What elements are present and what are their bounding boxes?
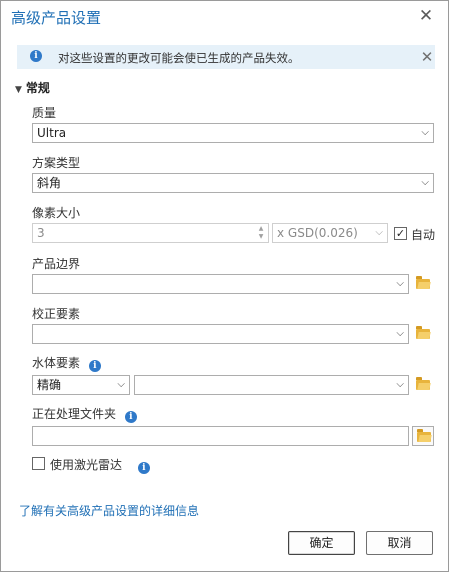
pixel-size-input[interactable]: 3 ▲ ▼	[32, 223, 269, 243]
section-label: 常规	[25, 81, 50, 95]
scheme-type-value: 斜角	[37, 176, 62, 190]
pixel-size-unit-dropdown[interactable]: x GSD(0.026) ⌵	[272, 223, 388, 243]
pixel-size-label: 像素大小	[32, 206, 81, 220]
processing-folder-input[interactable]	[32, 426, 409, 446]
processing-folder-label: 正在处理文件夹 i	[32, 405, 137, 423]
chevron-down-icon: ⌵	[117, 379, 125, 390]
info-message-bar: i 对这些设置的更改可能会使已生成的产品失效。 ✕	[17, 45, 435, 69]
info-icon[interactable]: i	[137, 462, 150, 474]
scheme-type-dropdown[interactable]: 斜角 ⌵	[32, 173, 434, 193]
chevron-down-icon: ⌵	[396, 328, 404, 339]
spinner-arrows-icon[interactable]: ▲ ▼	[256, 225, 266, 241]
pixel-size-value: 3	[37, 226, 45, 240]
scheme-type-label: 方案类型	[32, 156, 81, 170]
advanced-product-settings-dialog: 高级产品设置 ✕ i 对这些设置的更改可能会使已生成的产品失效。 ✕ ▼ 常规 质…	[0, 0, 449, 572]
browse-correction-features-button[interactable]	[412, 324, 434, 344]
chevron-down-icon: ▼	[15, 85, 22, 95]
quality-value: Ultra	[37, 126, 67, 140]
quality-label: 质量	[32, 106, 57, 120]
folder-icon	[416, 377, 430, 390]
chevron-down-icon: ⌵	[375, 227, 383, 238]
auto-checkbox[interactable]: ✓	[394, 227, 407, 240]
use-lidar-label-text: 使用激光雷达	[50, 458, 123, 472]
close-icon[interactable]: ✕	[416, 6, 436, 26]
product-boundary-label: 产品边界	[32, 257, 81, 271]
water-features-layer-dropdown[interactable]: ⌵	[134, 375, 409, 395]
auto-label: 自动	[411, 228, 436, 242]
learn-more-link[interactable]: 了解有关高级产品设置的详细信息	[19, 502, 199, 519]
quality-dropdown[interactable]: Ultra ⌵	[32, 123, 434, 143]
dialog-title: 高级产品设置	[11, 9, 102, 27]
chevron-down-icon: ⌵	[396, 379, 404, 390]
folder-icon	[417, 429, 431, 442]
browse-product-boundary-button[interactable]	[412, 274, 434, 294]
correction-features-dropdown[interactable]: ⌵	[32, 324, 409, 344]
info-message: 对这些设置的更改可能会使已生成的产品失效。	[58, 51, 300, 65]
folder-icon	[416, 326, 430, 339]
browse-water-features-button[interactable]	[412, 375, 434, 395]
water-features-label: 水体要素 i	[32, 354, 101, 372]
use-lidar-checkbox[interactable]	[32, 457, 45, 470]
general-section-header[interactable]: ▼ 常规	[15, 79, 50, 96]
folder-icon	[416, 276, 430, 289]
info-icon[interactable]: i	[124, 411, 137, 423]
ok-button[interactable]: 确定	[288, 531, 355, 555]
pixel-size-unit: x GSD(0.026)	[277, 226, 358, 240]
info-icon[interactable]: i	[88, 360, 101, 372]
water-features-label-text: 水体要素	[32, 356, 81, 370]
use-lidar-label: 使用激光雷达 i	[50, 456, 150, 474]
correction-features-label: 校正要素	[32, 307, 81, 321]
chevron-down-icon: ⌵	[421, 177, 429, 188]
water-features-mode-dropdown[interactable]: 精确 ⌵	[32, 375, 130, 395]
cancel-button[interactable]: 取消	[366, 531, 433, 555]
dismiss-info-icon[interactable]: ✕	[419, 48, 435, 66]
product-boundary-dropdown[interactable]: ⌵	[32, 274, 409, 294]
chevron-down-icon: ⌵	[421, 127, 429, 138]
info-icon: i	[30, 50, 42, 62]
chevron-down-icon: ⌵	[396, 278, 404, 289]
browse-processing-folder-button[interactable]	[412, 426, 434, 446]
water-features-mode-value: 精确	[37, 378, 62, 392]
processing-folder-label-text: 正在处理文件夹	[32, 407, 117, 421]
